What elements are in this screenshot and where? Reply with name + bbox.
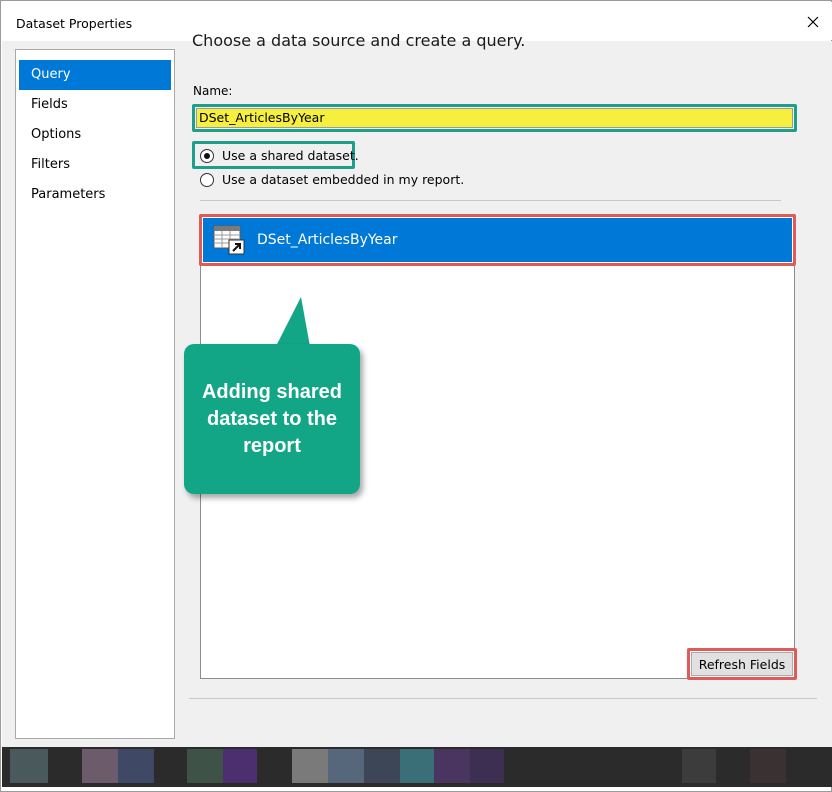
name-field[interactable]: DSet_ArticlesByYear <box>196 108 793 128</box>
sidebar-item-filters[interactable]: Filters <box>19 150 171 180</box>
blurred-region <box>10 749 48 783</box>
refresh-fields-button[interactable]: Refresh Fields <box>691 652 793 676</box>
blurred-taskbar <box>2 747 832 787</box>
blurred-region <box>187 749 223 783</box>
divider <box>200 200 781 201</box>
blurred-region <box>470 749 504 783</box>
radio-embedded-dataset[interactable] <box>200 172 214 187</box>
blurred-region <box>400 749 434 783</box>
blurred-region <box>750 749 786 783</box>
annotation-text: Adding shared dataset to the report <box>201 380 342 457</box>
sidebar-item-query[interactable]: Query <box>19 60 171 90</box>
name-label: Name: <box>193 84 233 98</box>
blurred-region <box>292 749 328 783</box>
blurred-region <box>223 749 257 783</box>
close-button[interactable] <box>800 10 826 34</box>
radio-embedded-label: Use a dataset embedded in my report. <box>222 172 465 187</box>
radio-shared-label: Use a shared dataset. <box>222 148 359 163</box>
shared-dataset-option[interactable]: Use a shared dataset. <box>200 148 359 163</box>
blurred-region <box>682 749 716 783</box>
sidebar-item-fields[interactable]: Fields <box>19 90 171 120</box>
blurred-region <box>434 749 470 783</box>
radio-shared-dataset[interactable] <box>200 148 214 163</box>
sidebar-item-parameters[interactable]: Parameters <box>19 180 171 210</box>
page-title: Choose a data source and create a query. <box>192 31 526 50</box>
sidebar-nav: Query Fields Options Filters Parameters <box>15 49 175 739</box>
footer-divider <box>189 698 817 699</box>
dataset-highlight-outline <box>199 214 796 266</box>
dataset-properties-dialog: Dataset Properties Query Fields Options … <box>0 0 832 792</box>
dialog-title: Dataset Properties <box>16 16 133 31</box>
close-icon <box>807 16 819 28</box>
annotation-callout: Adding shared dataset to the report <box>184 344 360 494</box>
blurred-region <box>328 749 364 783</box>
blurred-region <box>82 749 118 783</box>
sidebar-item-options[interactable]: Options <box>19 120 171 150</box>
blurred-region <box>118 749 154 783</box>
embedded-dataset-option[interactable]: Use a dataset embedded in my report. <box>200 172 464 187</box>
blurred-region <box>364 749 400 783</box>
